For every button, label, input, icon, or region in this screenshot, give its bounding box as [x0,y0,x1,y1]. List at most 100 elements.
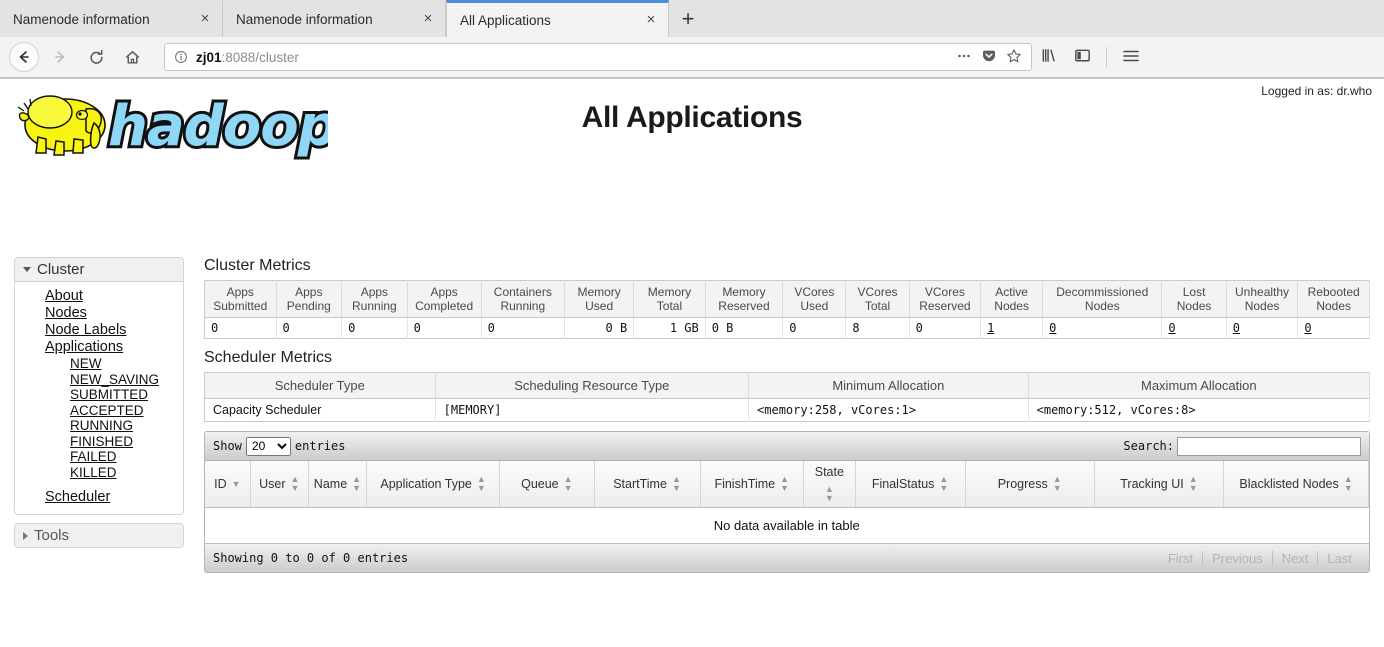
lost-nodes-link[interactable]: 0 [1168,321,1175,335]
sidebar: Cluster About Nodes Node Labels Applicat… [14,257,184,556]
pagination: First Previous Next Last [1159,550,1361,566]
sidebar-item-node-labels[interactable]: Node Labels [15,322,183,339]
logged-in-status: Logged in as: dr.who [1261,84,1372,98]
applications-datatable: Show 20 50 100 entries Search: [204,431,1370,573]
sort-both-icon: ▲ ▼ [1052,474,1062,493]
col-header-user[interactable]: User ▲ ▼ [250,461,309,508]
active-nodes-link[interactable]: 1 [987,321,994,335]
col-header-application-type[interactable]: Application Type ▲ ▼ [366,461,501,508]
sort-both-icon: ▲ ▼ [290,474,300,493]
browser-tab-3-active[interactable]: All Applications × [446,0,669,37]
sort-both-icon: ▲ ▼ [939,474,949,493]
sidebar-item-new[interactable]: NEW [15,356,183,372]
scheduler-metrics-title: Scheduler Metrics [204,349,333,366]
pocket-icon[interactable] [981,48,997,67]
sort-both-icon: ▲ ▼ [352,474,362,493]
ellipsis-icon[interactable] [956,48,972,67]
pagination-last[interactable]: Last [1318,551,1361,566]
col-header-tracking-ui[interactable]: Tracking UI ▲ ▼ [1094,461,1225,508]
url-path: :8088/cluster [221,49,299,65]
reload-icon[interactable] [81,42,111,72]
close-icon[interactable]: × [419,10,437,28]
cell-scheduler-type: Capacity Scheduler [204,398,436,422]
library-icon[interactable] [1040,46,1059,68]
unhealthy-nodes-link[interactable]: 0 [1233,321,1240,335]
col-header-starttime[interactable]: StartTime ▲ ▼ [594,461,701,508]
tab-title: Namenode information [13,11,150,27]
th-apps-pending: Apps Pending [276,280,343,318]
search-input[interactable] [1177,436,1361,456]
sidebar-item-running[interactable]: RUNNING [15,418,183,434]
star-icon[interactable] [1006,48,1022,67]
browser-tab-2[interactable]: Namenode information × [223,1,446,37]
cluster-metrics-header-row: Apps Submitted Apps Pending Apps Running Ap… [204,280,1370,318]
page-info-icon[interactable] [171,50,191,64]
sidebar-item-applications[interactable]: Applications [15,339,183,356]
page-title: All Applications [581,101,803,134]
page-length-select[interactable]: 20 50 100 [245,436,291,456]
col-header-blacklisted-nodes[interactable]: Blacklisted Nodes ▲ ▼ [1223,461,1369,508]
back-arrow-icon[interactable] [9,42,39,72]
cell-containers-running: 0 [481,317,566,339]
sidebar-icon[interactable] [1073,46,1092,68]
sidebar-item-killed[interactable]: KILLED [15,465,183,481]
cell-apps-pending: 0 [276,317,343,339]
col-header-progress[interactable]: Progress ▲ ▼ [965,461,1095,508]
th-unhealthy-nodes: Unhealthy Nodes [1226,280,1299,318]
cell-active-nodes: 1 [980,317,1044,339]
cell-resource-type: [MEMORY] [435,398,750,422]
tools-panel-header[interactable]: Tools [15,524,183,547]
decommissioned-nodes-link[interactable]: 0 [1049,321,1056,335]
cluster-panel-header[interactable]: Cluster [15,258,183,282]
entries-label: entries [294,439,346,453]
th-rebooted-nodes: Rebooted Nodes [1297,280,1370,318]
cluster-panel-title: Cluster [37,261,85,278]
sidebar-item-new-saving[interactable]: NEW_SAVING [15,372,183,388]
col-header-finalstatus[interactable]: FinalStatus ▲ ▼ [855,461,966,508]
empty-row: No data available in table [205,507,1369,544]
col-header-name[interactable]: Name ▲ ▼ [308,461,368,508]
tools-panel[interactable]: Tools [14,523,184,548]
th-memory-used: Memory Used [564,280,635,318]
close-icon[interactable]: × [196,10,214,28]
scheduler-header-row: Scheduler Type Scheduling Resource Type … [204,372,1371,399]
cell-apps-submitted: 0 [204,317,277,339]
th-memory-reserved: Memory Reserved [705,280,784,318]
sidebar-item-nodes[interactable]: Nodes [15,305,183,322]
browser-chrome: Namenode information × Namenode informat… [0,0,1384,79]
new-tab-button[interactable]: + [669,1,707,37]
col-header-state[interactable]: State ▲ ▼ [803,461,856,508]
close-icon[interactable]: × [642,11,660,29]
sidebar-item-scheduler[interactable]: Scheduler [15,489,183,506]
pagination-next[interactable]: Next [1273,550,1319,566]
home-icon[interactable] [117,42,147,72]
col-header-finishtime[interactable]: FinishTime ▲ ▼ [700,461,804,508]
toolbar-divider [1106,47,1107,67]
url-text[interactable]: zj01:8088/cluster [191,50,956,65]
col-header-id[interactable]: ID ▼ [205,461,251,508]
th-vcores-used: VCores Used [782,280,847,318]
page-length-control: Show 20 50 100 entries [213,436,346,456]
cell-apps-running: 0 [341,317,408,339]
sidebar-item-failed[interactable]: FAILED [15,449,183,465]
hamburger-menu-icon[interactable] [1121,46,1141,69]
address-bar[interactable]: zj01:8088/cluster [164,43,1032,71]
pagination-previous[interactable]: Previous [1203,550,1273,566]
sort-desc-icon: ▼ [231,478,241,489]
pagination-first[interactable]: First [1159,550,1204,566]
th-apps-submitted: Apps Submitted [204,280,277,318]
sort-both-icon: ▲ ▼ [1343,474,1353,493]
sidebar-item-accepted[interactable]: ACCEPTED [15,403,183,419]
th-maximum-allocation: Maximum Allocation [1028,372,1371,399]
th-memory-total: Memory Total [633,280,706,318]
cluster-metrics-value-row: 0 0 0 0 0 0 B 1 GB 0 B 0 8 0 1 0 0 0 0 [204,317,1370,339]
sort-both-icon: ▲ ▼ [671,474,681,493]
sidebar-item-about[interactable]: About [15,288,183,305]
sidebar-item-finished[interactable]: FINISHED [15,434,183,450]
cluster-panel: Cluster About Nodes Node Labels Applicat… [14,257,184,515]
browser-tab-1[interactable]: Namenode information × [0,1,223,37]
rebooted-nodes-link[interactable]: 0 [1304,321,1311,335]
sidebar-item-submitted[interactable]: SUBMITTED [15,387,183,403]
col-header-queue[interactable]: Queue ▲ ▼ [499,461,595,508]
